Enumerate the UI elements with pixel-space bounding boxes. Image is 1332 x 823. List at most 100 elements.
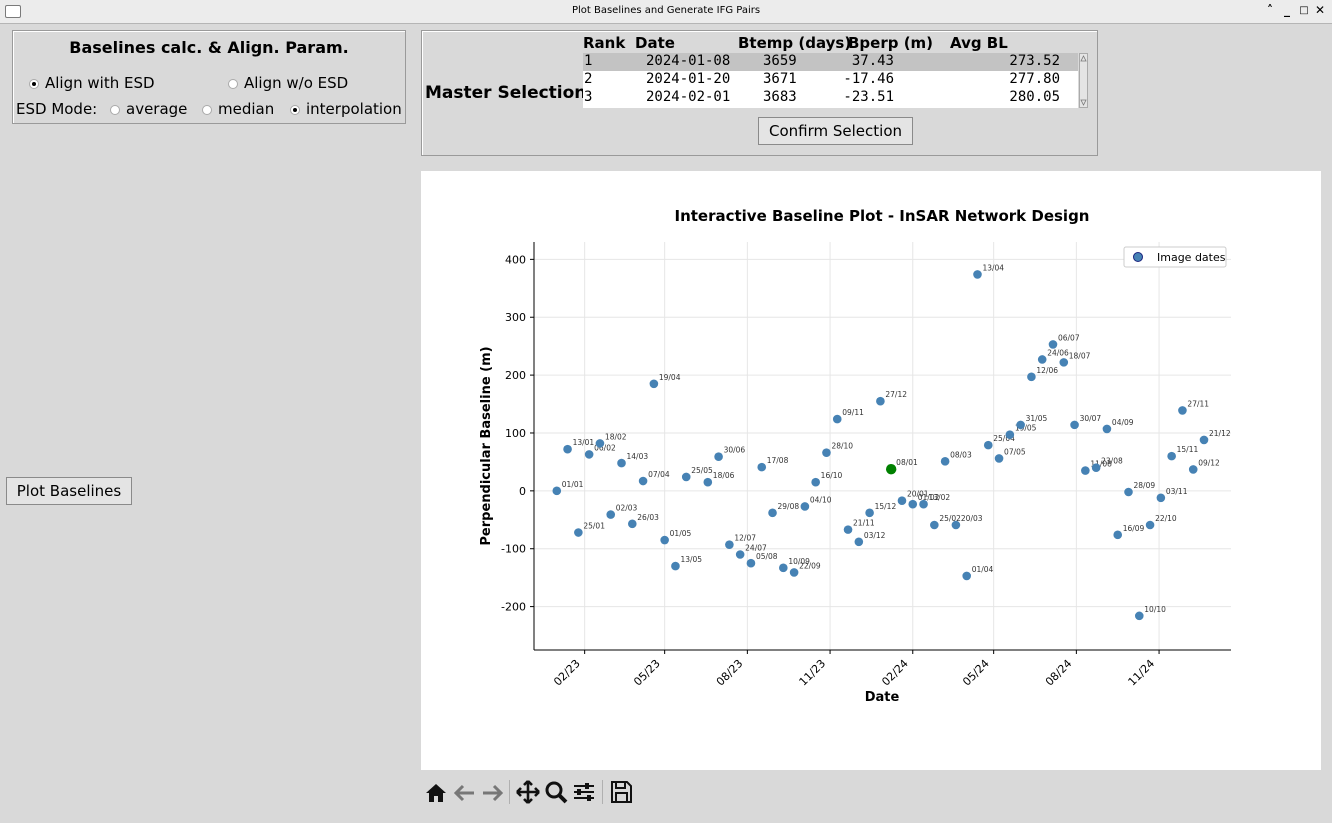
list-item[interactable]: 3 2024-02-01 3683 -23.51 280.05 xyxy=(583,89,1078,107)
list-item[interactable]: 2 2024-01-20 3671 -17.46 277.80 xyxy=(583,71,1078,89)
list-item[interactable]: 1 2024-01-08 3659 37.43 273.52 xyxy=(583,53,1078,71)
data-point[interactable] xyxy=(940,457,950,466)
master-point[interactable] xyxy=(885,463,897,475)
data-point[interactable] xyxy=(919,499,928,509)
window-maximize-icon[interactable]: □ xyxy=(1296,5,1312,16)
data-point[interactable] xyxy=(843,525,853,534)
data-point[interactable] xyxy=(994,454,1004,463)
data-point[interactable] xyxy=(962,571,971,581)
radio-indicator-off[interactable] xyxy=(228,78,238,89)
data-point[interactable] xyxy=(1145,520,1155,530)
align-with-esd-radio[interactable]: Align with ESD xyxy=(29,74,155,92)
data-point[interactable] xyxy=(1048,340,1058,349)
pan-icon[interactable] xyxy=(515,778,541,806)
data-point[interactable] xyxy=(800,502,810,511)
data-point[interactable] xyxy=(649,379,659,389)
data-point[interactable] xyxy=(606,510,616,519)
data-point[interactable] xyxy=(1027,372,1036,382)
window-close-icon[interactable]: ✕ xyxy=(1312,3,1328,17)
data-point[interactable] xyxy=(789,568,799,577)
data-point[interactable] xyxy=(1134,611,1144,621)
data-point-label: 03/12 xyxy=(864,531,886,540)
data-point[interactable] xyxy=(1091,463,1101,473)
master-selection-label: Master Selection xyxy=(425,83,587,103)
data-point[interactable] xyxy=(811,477,820,487)
data-point[interactable] xyxy=(1188,465,1198,474)
window-shade-icon[interactable]: ˄ xyxy=(1262,3,1278,17)
data-point[interactable] xyxy=(595,439,605,448)
scroll-arrows-icon[interactable] xyxy=(1080,54,1087,107)
data-point[interactable] xyxy=(681,472,691,482)
data-point[interactable] xyxy=(660,535,669,545)
forward-icon[interactable] xyxy=(479,778,505,806)
data-point[interactable] xyxy=(768,508,777,518)
data-point[interactable] xyxy=(1113,530,1123,540)
data-point[interactable] xyxy=(563,444,572,454)
data-point[interactable] xyxy=(1124,487,1133,497)
data-point[interactable] xyxy=(822,448,831,457)
column-header-rank: Rank xyxy=(583,34,626,52)
radio-indicator-on[interactable] xyxy=(29,78,39,89)
y-axis-label: Perpendicular Baseline (m) xyxy=(479,346,494,545)
baseline-chart[interactable]: Interactive Baseline Plot - InSAR Networ… xyxy=(421,171,1321,770)
data-point[interactable] xyxy=(854,537,864,547)
data-point[interactable] xyxy=(1167,451,1176,461)
master-list[interactable]: 1 2024-01-08 3659 37.43 273.52 2 2024-01… xyxy=(583,53,1078,108)
data-point[interactable] xyxy=(1081,466,1090,475)
data-point[interactable] xyxy=(617,458,626,468)
mode-median-radio[interactable]: median xyxy=(202,100,274,118)
mode-average-radio[interactable]: average xyxy=(110,100,187,118)
save-icon[interactable] xyxy=(608,778,634,806)
radio-indicator-off[interactable] xyxy=(202,104,212,115)
data-point[interactable] xyxy=(897,496,907,505)
data-point[interactable] xyxy=(638,476,648,486)
data-point-label: 12/06 xyxy=(1036,366,1058,375)
data-point[interactable] xyxy=(552,486,562,496)
list-scrollbar[interactable] xyxy=(1079,53,1088,108)
plot-canvas[interactable]: Interactive Baseline Plot - InSAR Networ… xyxy=(421,171,1321,770)
data-point[interactable] xyxy=(983,440,993,450)
data-point[interactable] xyxy=(1037,355,1047,364)
plot-frame xyxy=(534,242,1231,650)
radio-indicator-on[interactable] xyxy=(290,104,300,115)
data-point[interactable] xyxy=(865,508,874,518)
window-minimize-icon[interactable]: _ xyxy=(1279,3,1295,17)
data-point[interactable] xyxy=(930,520,939,530)
data-point[interactable] xyxy=(876,396,885,406)
data-point[interactable] xyxy=(735,550,745,559)
data-point[interactable] xyxy=(951,520,961,530)
align-without-esd-radio[interactable]: Align w/o ESD xyxy=(228,74,348,92)
data-point[interactable] xyxy=(1199,435,1209,445)
data-point[interactable] xyxy=(832,414,842,424)
data-point[interactable] xyxy=(1070,420,1079,430)
radio-indicator-off[interactable] xyxy=(110,104,120,115)
data-point[interactable] xyxy=(627,519,637,529)
data-point[interactable] xyxy=(714,452,723,462)
data-point[interactable] xyxy=(584,450,594,459)
data-point[interactable] xyxy=(1178,406,1187,415)
data-point[interactable] xyxy=(725,540,734,549)
plot-baselines-button[interactable]: Plot Baselines xyxy=(6,477,132,505)
data-point[interactable] xyxy=(1156,493,1166,503)
back-icon[interactable] xyxy=(452,778,478,806)
data-point[interactable] xyxy=(703,477,713,487)
data-point[interactable] xyxy=(908,499,918,509)
data-point[interactable] xyxy=(671,561,680,571)
data-point[interactable] xyxy=(1059,358,1069,367)
data-point[interactable] xyxy=(1102,424,1112,434)
data-point[interactable] xyxy=(779,563,788,573)
data-point[interactable] xyxy=(746,558,756,568)
data-point[interactable] xyxy=(574,528,583,537)
confirm-selection-button[interactable]: Confirm Selection xyxy=(758,117,913,145)
zoom-icon[interactable] xyxy=(543,778,569,806)
configure-icon[interactable] xyxy=(571,778,597,806)
home-icon[interactable] xyxy=(423,778,449,806)
data-point[interactable] xyxy=(1005,430,1015,440)
data-point[interactable] xyxy=(757,462,767,472)
data-point[interactable] xyxy=(1016,420,1025,430)
mode-interpolation-radio[interactable]: interpolation xyxy=(290,100,402,118)
data-point[interactable] xyxy=(973,270,982,279)
data-point-label: 22/09 xyxy=(799,561,821,570)
data-point-label: 04/09 xyxy=(1112,418,1134,427)
cell-date: 2024-01-20 xyxy=(646,71,731,87)
